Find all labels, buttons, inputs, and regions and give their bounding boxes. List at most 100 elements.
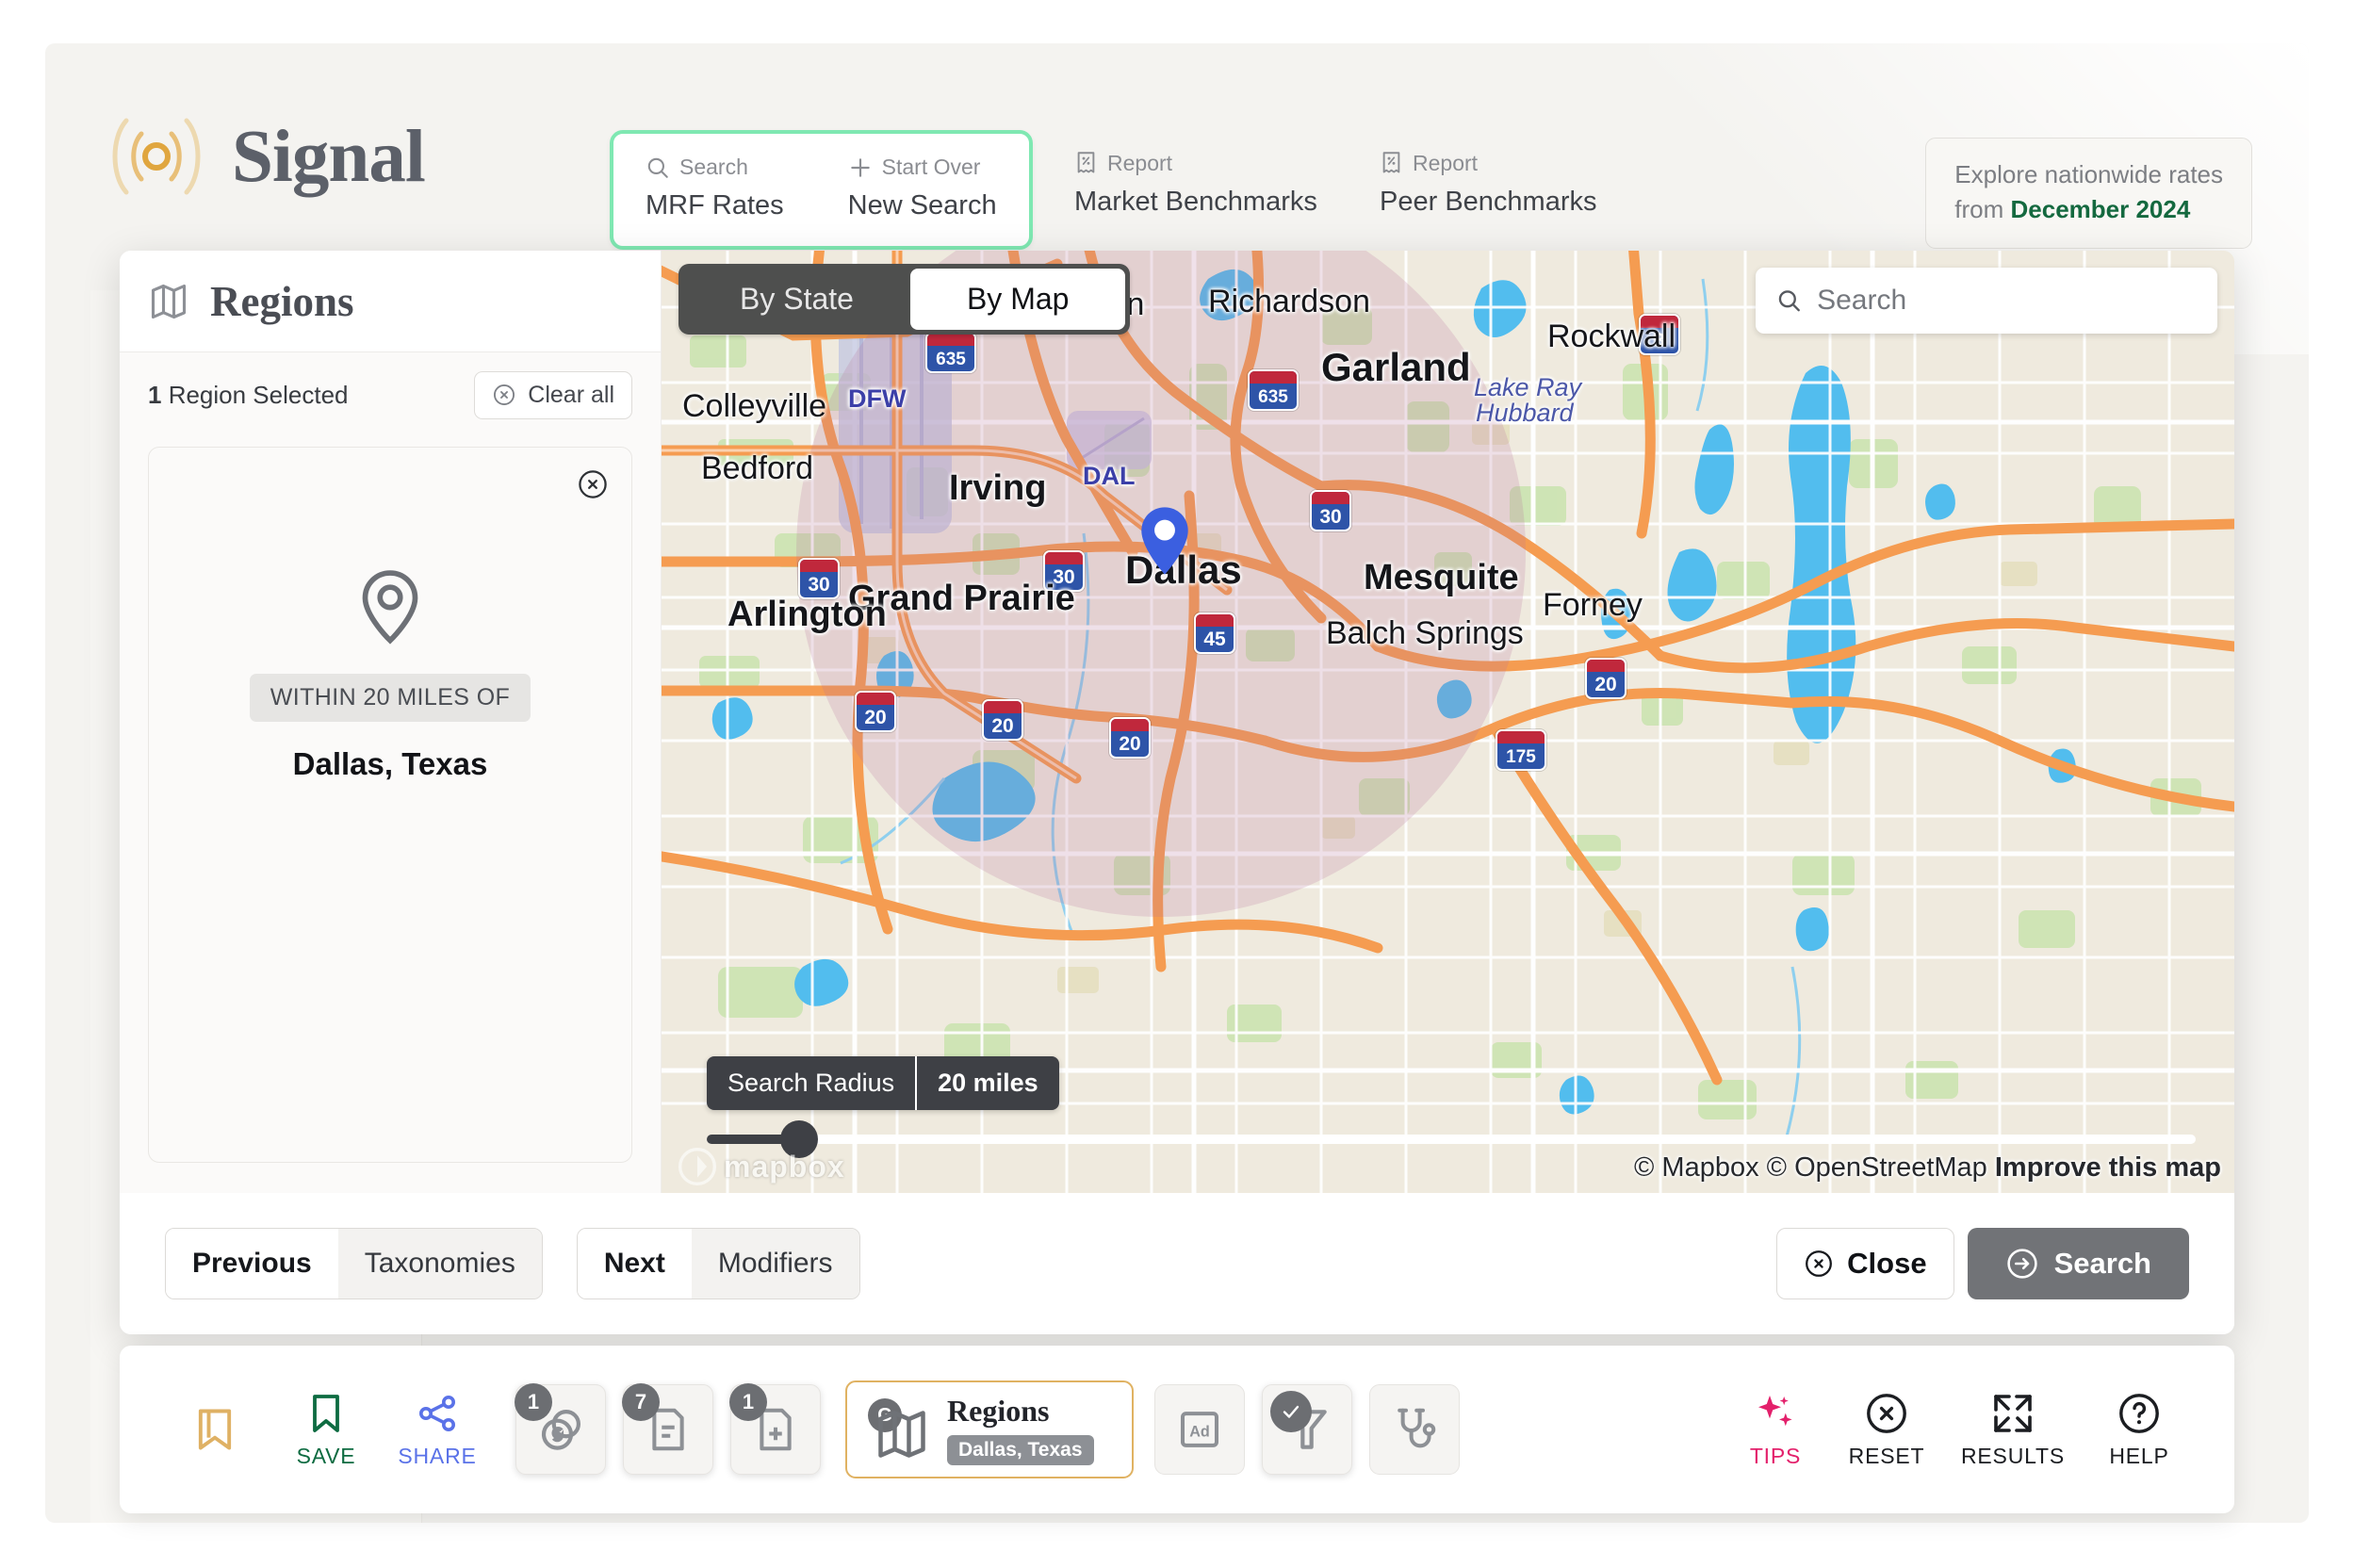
bookmark-button[interactable] xyxy=(159,1405,270,1454)
promo-date: December 2024 xyxy=(2010,194,2191,223)
highway-shield-label: 635 xyxy=(1258,387,1288,407)
close-button[interactable]: Close xyxy=(1776,1228,1954,1299)
help-button[interactable]: HELP xyxy=(2084,1391,2195,1469)
receipt-percent-icon xyxy=(1077,152,1095,173)
filters-tile[interactable] xyxy=(1262,1384,1352,1475)
search-radius-slider[interactable] xyxy=(707,1120,2196,1158)
selected-location-marker[interactable] xyxy=(1137,505,1192,577)
highway-shield-icon: 30 xyxy=(798,558,840,599)
brand-logo[interactable]: Signal xyxy=(102,111,426,202)
regions-pane-header: Regions xyxy=(120,251,661,352)
search-icon xyxy=(1778,290,1800,312)
results-label: RESULTS xyxy=(1961,1443,2065,1468)
improve-map-link[interactable]: Improve this map xyxy=(1995,1152,2221,1183)
highway-shield-icon: 20 xyxy=(855,691,896,732)
ad-icon: Ad xyxy=(1180,1412,1219,1447)
ad-tile[interactable]: Ad xyxy=(1154,1384,1245,1475)
highway-shield-icon: 20 xyxy=(1109,717,1151,759)
mapbox-mark-icon xyxy=(678,1148,716,1185)
regions-chip-text: Regions Dallas, Texas xyxy=(947,1394,1094,1465)
nav-kicker-row: Search xyxy=(646,155,784,180)
close-label: Close xyxy=(1847,1247,1927,1280)
results-button[interactable]: RESULTS xyxy=(1942,1391,2084,1469)
search-icon xyxy=(647,157,668,178)
signal-waves-icon xyxy=(112,118,201,195)
regions-chip-title: Regions xyxy=(947,1394,1050,1428)
modal-footer: Previous Taxonomies Next Modifiers Close xyxy=(120,1193,2234,1334)
nav-item-market-benchmarks[interactable]: Report Market Benchmarks xyxy=(1048,130,1344,242)
tips-label: TIPS xyxy=(1749,1443,1802,1468)
nav-kicker: Search xyxy=(679,155,748,179)
map-fold-icon xyxy=(151,284,187,318)
highway-shield-icon: 30 xyxy=(1310,490,1351,531)
rates-tile[interactable]: 1 xyxy=(515,1383,606,1475)
highway-shield-icon: 30 xyxy=(1043,550,1085,592)
next-label: Next xyxy=(577,1229,692,1298)
selected-count-label: Region Selected xyxy=(161,380,349,409)
highway-shield-label: 635 xyxy=(936,350,966,369)
stethoscope-icon xyxy=(1398,1408,1436,1448)
reset-button[interactable]: RESET xyxy=(1831,1391,1942,1469)
share-label: SHARE xyxy=(398,1443,477,1468)
highway-shield-label: 30 xyxy=(1319,506,1342,528)
promo-line2: from December 2024 xyxy=(1954,192,2223,227)
nav-item-mrf-rates[interactable]: Search MRF Rates xyxy=(613,134,816,246)
nav-item-new-search[interactable]: Start Over New Search xyxy=(816,134,1029,246)
selected-region-card[interactable]: WITHIN 20 MILES OF Dallas, Texas xyxy=(148,447,632,1163)
regions-modal: Regions 1 Region Selected Clear all WITH… xyxy=(120,251,2234,1334)
search-radius-label: Search Radius xyxy=(727,1069,895,1097)
highway-shield-label: 20 xyxy=(991,715,1014,737)
attribution-mapbox[interactable]: © Mapbox xyxy=(1634,1152,1759,1183)
save-button[interactable]: SAVE xyxy=(270,1391,382,1469)
question-circle-icon xyxy=(2119,1393,2159,1433)
bookmark-save-icon xyxy=(313,1394,339,1432)
previous-target: Taxonomies xyxy=(337,1229,542,1298)
previous-step-button[interactable]: Previous Taxonomies xyxy=(165,1228,543,1299)
close-circle-icon xyxy=(579,470,607,498)
attribution-osm[interactable]: © OpenStreetMap xyxy=(1767,1152,1987,1183)
highway-shield-icon: 635 xyxy=(925,332,976,373)
search-submit-button[interactable]: Search xyxy=(1967,1228,2189,1299)
search-radius-readout: Search Radius 20 miles xyxy=(707,1056,1059,1110)
highway-shield-label: 45 xyxy=(1203,629,1226,650)
app-root: 7 $ Row es 56 ottom .17 .98 .50 .50 .50 … xyxy=(0,0,2354,1568)
plus-icon xyxy=(850,157,870,177)
region-map[interactable]: 63563530303045202020201753 CarrolltonRic… xyxy=(662,251,2234,1193)
remove-region-button[interactable] xyxy=(577,468,609,505)
tab-by-state[interactable]: By State xyxy=(683,269,910,330)
app-header: Signal Search MRF Rates Start Over New S… xyxy=(45,43,2309,250)
promo-banner[interactable]: Explore nationwide rates from December 2… xyxy=(1925,138,2252,249)
nav-kicker: Report xyxy=(1107,151,1173,175)
clear-all-button[interactable]: Clear all xyxy=(474,370,632,419)
tile-badge: 1 xyxy=(729,1383,767,1421)
share-button[interactable]: SHARE xyxy=(382,1391,493,1469)
map-search-box[interactable] xyxy=(1756,268,2217,334)
brand-name: Signal xyxy=(232,115,426,198)
regions-chip[interactable]: G Regions Dallas, Texas xyxy=(845,1380,1134,1478)
receipt-percent-icon xyxy=(1382,152,1400,173)
nav-label: MRF Rates xyxy=(646,190,784,220)
selected-count-number: 1 xyxy=(148,380,162,409)
nav-item-peer-benchmarks[interactable]: Report Peer Benchmarks xyxy=(1353,130,1624,242)
taxonomies-tile[interactable]: 7 xyxy=(622,1383,713,1475)
providers-tile[interactable] xyxy=(1369,1384,1460,1475)
mapbox-logo[interactable]: mapbox xyxy=(678,1148,845,1185)
map-mode-toggle: By State By Map xyxy=(678,264,1131,335)
regions-pane: Regions 1 Region Selected Clear all WITH… xyxy=(120,251,662,1193)
tips-button[interactable]: TIPS xyxy=(1720,1391,1831,1469)
highway-shield-icon: 45 xyxy=(1194,612,1235,654)
regions-chip-icon-wrap: G xyxy=(868,1398,930,1461)
sparkles-icon xyxy=(1758,1395,1792,1426)
next-step-button[interactable]: Next Modifiers xyxy=(576,1228,860,1299)
map-search-input[interactable] xyxy=(1817,285,2197,317)
share-icon xyxy=(419,1395,455,1431)
map-fold-icon xyxy=(878,1411,925,1458)
svg-text:Ad: Ad xyxy=(1189,1424,1210,1441)
nav-label: Market Benchmarks xyxy=(1074,187,1317,217)
highway-shield-label: 3 xyxy=(1654,330,1665,351)
tab-by-map[interactable]: By Map xyxy=(909,269,1126,330)
modifiers-tile[interactable]: 1 xyxy=(729,1383,821,1475)
highway-shield-icon: 3 xyxy=(1639,314,1680,355)
nav-kicker: Report xyxy=(1413,151,1479,175)
help-label: HELP xyxy=(2109,1443,2169,1468)
